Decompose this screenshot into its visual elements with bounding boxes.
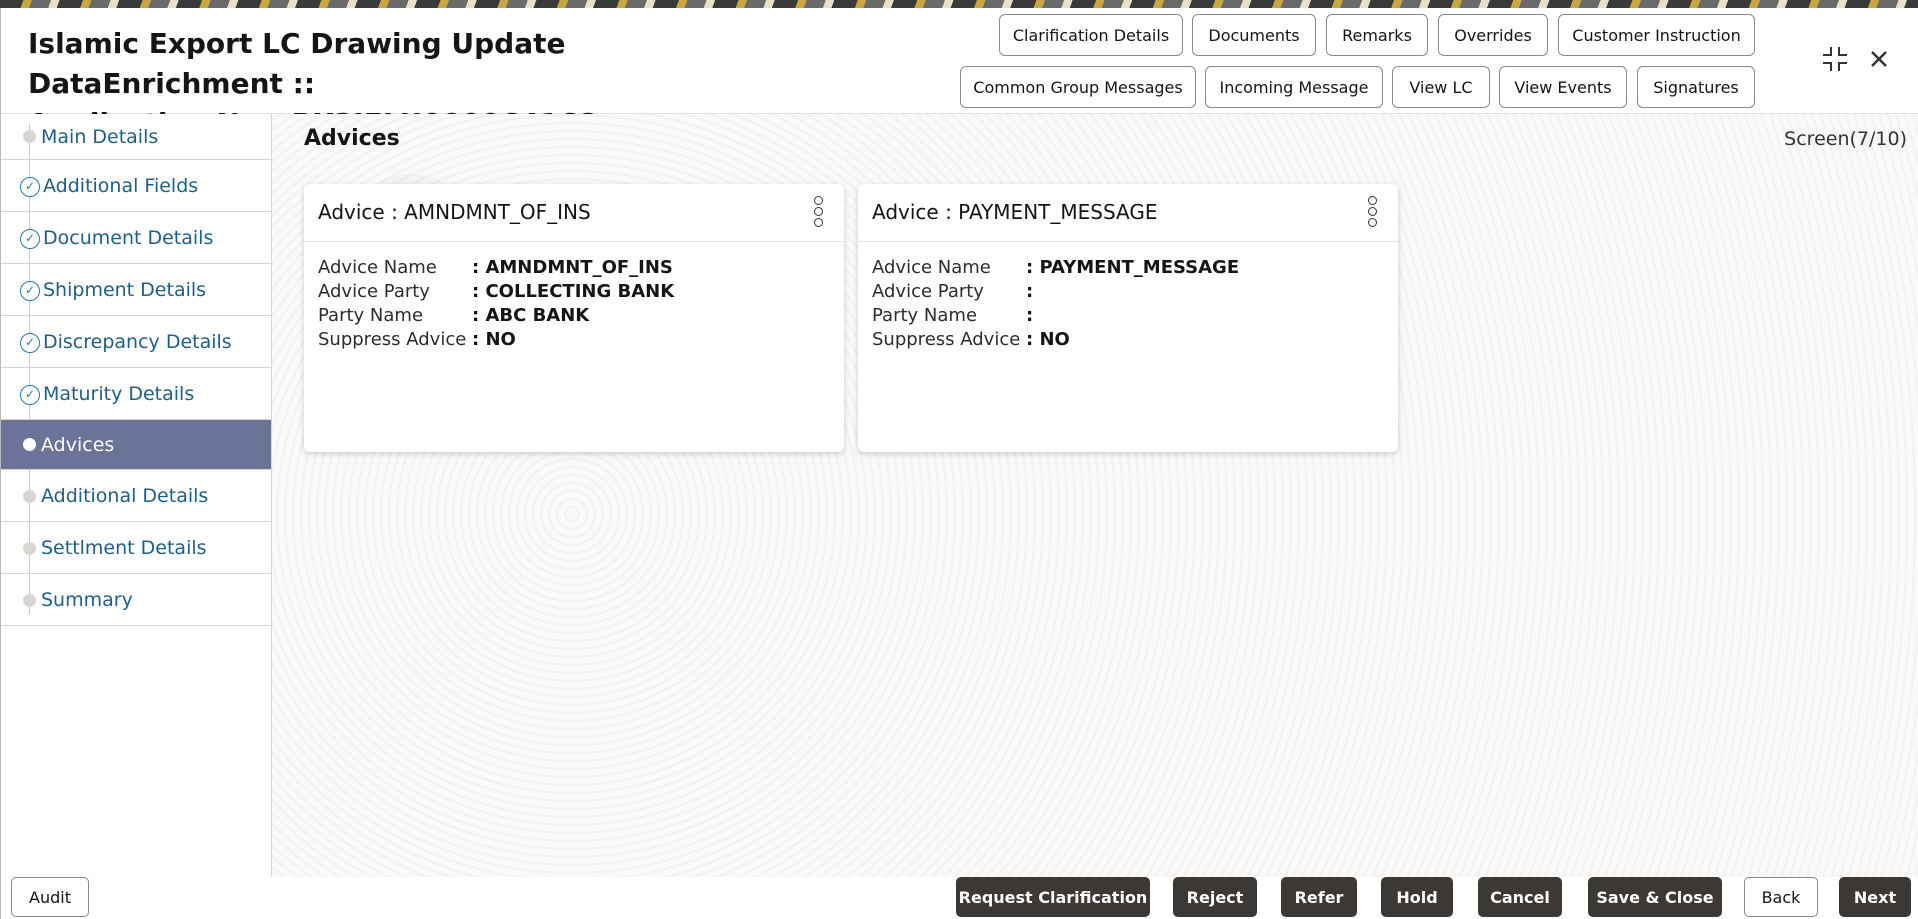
nav-label: Advices [41,433,115,456]
field-value: : ABC BANK [472,305,590,326]
field-value: : [1026,281,1034,302]
nav-maturity-details[interactable]: ✓ Maturity Details [1,368,271,420]
step-dot-icon [23,490,36,503]
background-strip [0,0,1918,8]
nav-label: Additional Fields [43,174,199,197]
reject-button[interactable]: Reject [1173,877,1257,917]
check-circle-icon: ✓ [20,333,40,353]
window-header: Islamic Export LC Drawing Update DataEnr… [1,8,1918,140]
nav-label: Settlment Details [41,536,207,559]
field-label: Advice Party [318,281,430,302]
dataenrichment-window: Islamic Export LC Drawing Update DataEnr… [0,8,1918,919]
nav-label: Summary [41,588,133,611]
more-options-icon[interactable] [812,196,824,228]
nav-shipment-details[interactable]: ✓ Shipment Details [1,264,271,316]
nav-additional-details[interactable]: Additional Details [1,470,271,522]
advice-name-row: Advice Name : AMNDMNT_OF_INS [318,256,674,280]
field-label: Party Name [872,305,978,326]
party-name-row: Party Name: [872,304,1239,328]
check-circle-icon: ✓ [20,281,40,301]
remarks-button[interactable]: Remarks [1326,14,1428,56]
signatures-button[interactable]: Signatures [1637,66,1755,108]
check-circle-icon: ✓ [20,229,40,249]
advice-party-row: Advice Party: [872,280,1239,304]
main-content: Advices Screen(7/10) Advice : AMNDMNT_OF… [272,114,1918,877]
party-name-row: Party Name : ABC BANK [318,304,674,328]
nav-discrepancy-details[interactable]: ✓ Discrepancy Details [1,316,271,368]
card-title: Advice : AMNDMNT_OF_INS [318,200,591,224]
nav-label: Shipment Details [43,278,207,301]
view-events-button[interactable]: View Events [1499,66,1627,108]
view-lc-button[interactable]: View LC [1392,66,1490,108]
section-title: Advices [304,126,400,151]
back-button[interactable]: Back [1744,877,1818,917]
title-line-1: Islamic Export LC Drawing Update DataEnr… [28,27,566,100]
field-value: : COLLECTING BANK [472,281,675,302]
more-options-icon[interactable] [1366,196,1378,228]
field-label: Party Name [318,305,424,326]
field-value: : NO [472,329,516,350]
advice-name-row: Advice Name : PAYMENT_MESSAGE [872,256,1239,280]
advice-card: Advice : PAYMENT_MESSAGE Advice Name : PA… [858,184,1398,452]
nav-main-details[interactable]: Main Details [1,114,271,160]
field-label: Suppress Advice [872,329,1021,350]
step-dot-icon [23,438,36,451]
field-label: Advice Name [318,257,437,278]
field-label: Advice Name [872,257,991,278]
step-dot-icon [23,542,36,555]
field-value: : NO [1026,329,1070,350]
next-button[interactable]: Next [1839,877,1911,917]
field-value: : PAYMENT_MESSAGE [1026,257,1240,278]
collapse-icon[interactable] [1820,44,1850,74]
close-icon[interactable] [1864,44,1894,74]
check-circle-icon: ✓ [20,385,40,405]
field-value: : [1026,305,1034,326]
advice-details: Advice Name : AMNDMNT_OF_INS Advice Party… [318,256,674,352]
nav-label: Discrepancy Details [43,330,232,353]
action-footer: Audit Request Clarification Reject Refer… [1,877,1918,919]
screen-indicator: Screen(7/10) [1784,128,1907,150]
field-label: Suppress Advice [318,329,467,350]
suppress-advice-row: Suppress Advice: NO [318,328,674,352]
step-dot-icon [23,130,36,143]
nav-settlment-details[interactable]: Settlment Details [1,522,271,574]
request-clarification-button[interactable]: Request Clarification [956,877,1150,917]
nav-advices[interactable]: Advices [1,420,271,470]
nav-label: Maturity Details [43,382,195,405]
advice-details: Advice Name : PAYMENT_MESSAGE Advice Part… [872,256,1239,352]
nav-additional-fields[interactable]: ✓ Additional Fields [1,160,271,212]
cancel-button[interactable]: Cancel [1478,877,1562,917]
incoming-message-button[interactable]: Incoming Message [1205,66,1383,108]
customer-instruction-button[interactable]: Customer Instruction [1558,14,1755,56]
nav-label: Main Details [41,125,159,148]
refer-button[interactable]: Refer [1281,877,1357,917]
nav-label: Additional Details [41,484,209,507]
suppress-advice-row: Suppress Advice: NO [872,328,1239,352]
card-title: Advice : PAYMENT_MESSAGE [872,200,1158,224]
common-group-messages-button[interactable]: Common Group Messages [960,66,1196,108]
field-value: : AMNDMNT_OF_INS [472,257,673,278]
audit-button[interactable]: Audit [11,877,89,917]
documents-button[interactable]: Documents [1192,14,1316,56]
hold-button[interactable]: Hold [1381,877,1453,917]
field-label: Advice Party [872,281,984,302]
step-navigation: Main Details ✓ Additional Fields ✓ Docum… [1,114,272,877]
step-dot-icon [23,594,36,607]
check-circle-icon: ✓ [20,177,40,197]
overrides-button[interactable]: Overrides [1438,14,1548,56]
nav-summary[interactable]: Summary [1,574,271,626]
advice-card: Advice : AMNDMNT_OF_INS Advice Name : AMN… [304,184,844,452]
nav-label: Document Details [43,226,214,249]
nav-document-details[interactable]: ✓ Document Details [1,212,271,264]
save-close-button[interactable]: Save & Close [1588,877,1722,917]
clarification-details-button[interactable]: Clarification Details [999,14,1183,56]
card-header: Advice : AMNDMNT_OF_INS [304,184,844,242]
card-header: Advice : PAYMENT_MESSAGE [858,184,1398,242]
advice-party-row: Advice Party : COLLECTING BANK [318,280,674,304]
